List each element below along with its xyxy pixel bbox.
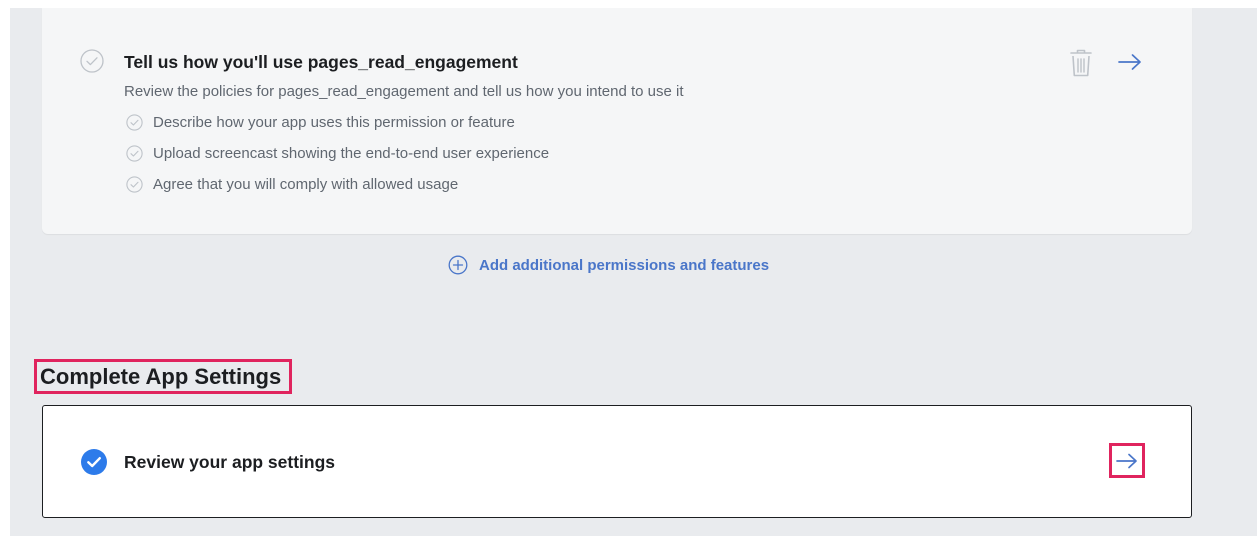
check-circle-filled-icon bbox=[81, 449, 107, 475]
check-circle-outline-icon bbox=[80, 49, 104, 73]
bottom-edge bbox=[0, 536, 1257, 546]
arrow-right-icon[interactable] bbox=[1117, 52, 1143, 72]
step-item: Agree that you will comply with allowed … bbox=[126, 174, 458, 194]
plus-circle-icon bbox=[448, 255, 468, 275]
trash-icon[interactable] bbox=[1068, 48, 1094, 78]
permission-title: Tell us how you'll use pages_read_engage… bbox=[124, 52, 518, 72]
check-circle-outline-icon bbox=[126, 113, 143, 131]
permission-description: Review the policies for pages_read_engag… bbox=[124, 83, 684, 100]
step-item: Upload screencast showing the end-to-end… bbox=[126, 143, 549, 163]
section-title: Complete App Settings bbox=[40, 364, 282, 389]
check-circle-outline-icon bbox=[126, 175, 143, 193]
step-label: Agree that you will comply with allowed … bbox=[153, 175, 459, 193]
check-circle-outline-icon bbox=[126, 144, 143, 162]
arrow-right-icon bbox=[1116, 453, 1137, 468]
add-permissions-link[interactable]: Add additional permissions and features bbox=[448, 255, 769, 275]
step-label: Describe how your app uses this permissi… bbox=[153, 113, 515, 131]
review-app-settings-label: Review your app settings bbox=[124, 452, 336, 472]
step-item: Describe how your app uses this permissi… bbox=[126, 112, 515, 132]
step-label: Upload screencast showing the end-to-end… bbox=[153, 144, 550, 162]
top-edge bbox=[0, 0, 1257, 8]
review-app-settings-arrow-button[interactable] bbox=[1109, 443, 1145, 478]
add-permissions-label: Add additional permissions and features bbox=[479, 256, 770, 274]
